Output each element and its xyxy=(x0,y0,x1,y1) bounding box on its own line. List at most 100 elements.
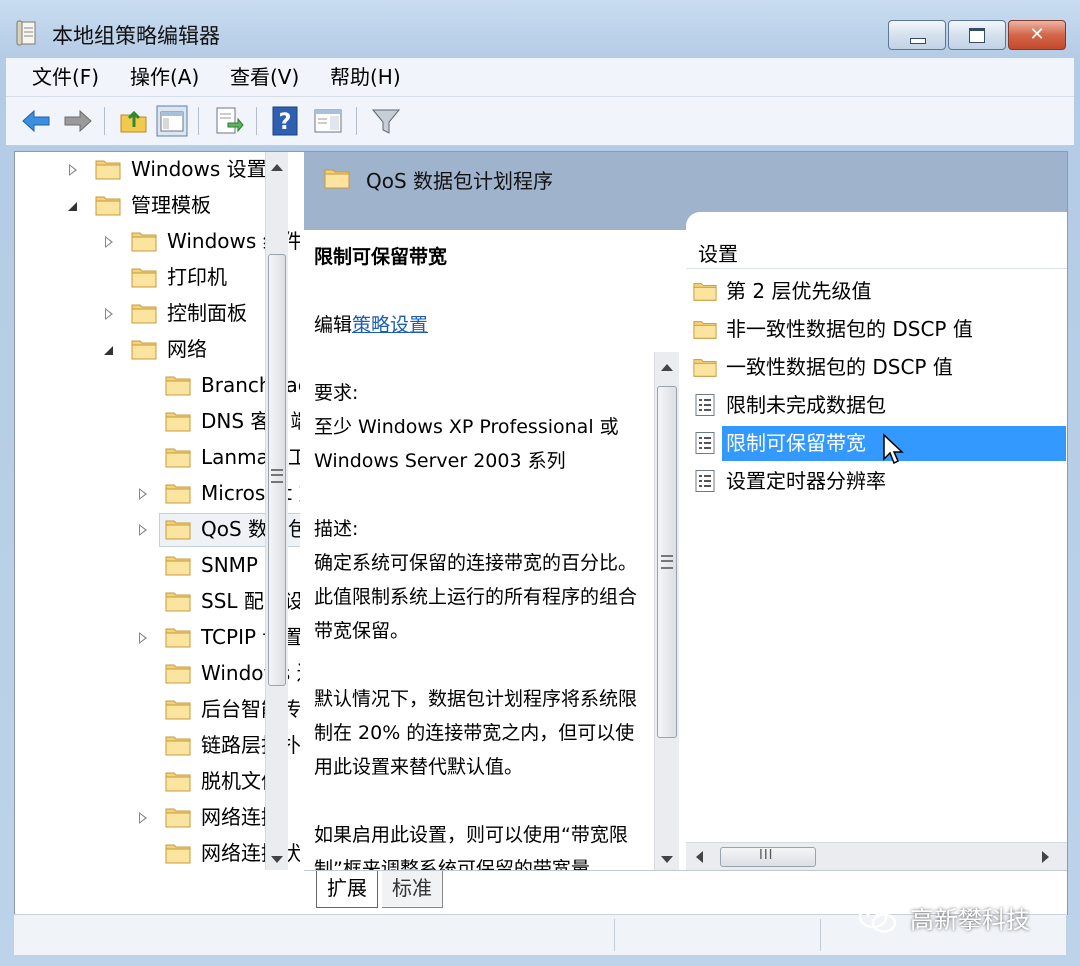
tree-item-label: 管理模板 xyxy=(131,193,211,217)
folder-icon xyxy=(165,808,191,828)
filter-icon[interactable] xyxy=(370,105,402,137)
status-bar xyxy=(14,914,1066,955)
menu-action[interactable]: 操作(A) xyxy=(122,64,207,90)
tree-item[interactable]: Windows 设置 xyxy=(15,152,267,186)
collapse-arrow-icon[interactable] xyxy=(103,332,117,366)
export-list-icon[interactable] xyxy=(212,105,244,137)
scroll-up-arrow-icon[interactable] xyxy=(661,364,673,371)
description-heading: 限制可保留带宽 xyxy=(314,246,448,268)
watermark-text: 高新攀科技 xyxy=(910,906,1030,934)
settings-item-label: 一致性数据包的 DSCP 值 xyxy=(726,355,953,379)
svg-text:?: ? xyxy=(279,110,292,135)
settings-folder-item[interactable]: 非一致性数据包的 DSCP 值 xyxy=(686,311,1067,347)
menu-view[interactable]: 查看(V) xyxy=(222,64,307,90)
settings-policy-item[interactable]: 限制未完成数据包 xyxy=(686,387,1067,423)
description-paragraph-3: 如果启用此设置，则可以使用“带宽限制”框来调整系统可保留的带宽量。 xyxy=(314,824,628,870)
menu-file[interactable]: 文件(F) xyxy=(24,64,107,90)
mouse-cursor-icon xyxy=(883,433,904,465)
title-bar[interactable]: 本地组策略编辑器 ✕ xyxy=(0,0,1080,58)
scroll-right-arrow-icon[interactable] xyxy=(1042,851,1049,863)
tree-item[interactable]: SSL 配置设置 xyxy=(15,584,300,618)
settings-policy-item[interactable]: 设置定时器分辨率 xyxy=(686,463,1067,499)
folder-icon xyxy=(165,772,191,792)
tree-item[interactable]: Microsoft 对等网络服务 xyxy=(15,476,300,510)
expand-arrow-icon[interactable] xyxy=(67,152,81,186)
settings-horizontal-scrollbar[interactable]: III xyxy=(686,842,1067,871)
tree-item[interactable]: Windows 连接管理器 xyxy=(15,656,300,690)
tree-scroll-thumb[interactable] xyxy=(268,254,286,686)
tree-item[interactable]: Windows 组件 xyxy=(15,224,300,258)
settings-column-label: 设置 xyxy=(698,242,738,266)
description-scroll-thumb[interactable] xyxy=(657,386,677,738)
forward-arrow-icon[interactable] xyxy=(62,105,94,137)
expand-arrow-icon[interactable] xyxy=(103,224,117,258)
description-vertical-scrollbar[interactable] xyxy=(654,352,679,870)
tab-standard[interactable]: 标准 xyxy=(382,871,443,908)
folder-icon xyxy=(131,232,157,252)
folder-icon xyxy=(165,556,191,576)
folder-icon xyxy=(165,520,191,540)
help-icon[interactable]: ? xyxy=(270,105,302,137)
scroll-left-arrow-icon[interactable] xyxy=(696,851,703,863)
tab-extended[interactable]: 扩展 xyxy=(316,871,378,908)
requirements-label: 要求: xyxy=(314,382,359,404)
expand-arrow-icon[interactable] xyxy=(137,512,151,546)
main-content: Windows 设置管理模板 Windows 组件打印机控制面板网络 BranchC… xyxy=(14,151,1068,915)
show-hide-tree-icon[interactable] xyxy=(156,105,188,137)
grip-icon: III xyxy=(759,848,774,863)
requirements-text: 至少 Windows XP Professional 或 Windows Ser… xyxy=(314,416,619,472)
collapse-arrow-icon[interactable] xyxy=(67,188,81,222)
grip-icon xyxy=(271,469,283,483)
menu-help[interactable]: 帮助(H) xyxy=(322,64,409,90)
settings-item-label: 限制可保留带宽 xyxy=(726,431,866,455)
scroll-down-arrow-icon[interactable] xyxy=(271,856,283,863)
back-arrow-icon[interactable] xyxy=(20,105,52,137)
settings-hscroll-thumb[interactable]: III xyxy=(720,847,816,867)
settings-column-header[interactable]: 设置 xyxy=(686,212,1067,270)
tree-item[interactable]: 网络 xyxy=(15,332,265,366)
edit-policy-link[interactable]: 策略设置 xyxy=(352,314,428,336)
expand-arrow-icon[interactable] xyxy=(103,296,117,330)
expand-arrow-icon[interactable] xyxy=(137,620,151,654)
tree-item[interactable]: 脱机文件 xyxy=(15,764,281,798)
tree-item[interactable]: QoS 数据包计划程序 xyxy=(15,512,300,547)
tree-vertical-scrollbar[interactable] xyxy=(265,152,288,870)
tree-item[interactable]: 链路层拓扑发现 xyxy=(15,728,300,762)
window-title: 本地组策略编辑器 xyxy=(52,24,220,48)
folder-icon xyxy=(131,340,157,360)
up-folder-icon[interactable] xyxy=(118,105,150,137)
folder-icon xyxy=(165,484,191,504)
grip-icon xyxy=(661,555,673,569)
tree-item[interactable]: 网络连接 xyxy=(15,800,281,834)
wechat-watermark-icon xyxy=(858,905,897,933)
expand-arrow-icon[interactable] xyxy=(137,476,151,510)
tree-item[interactable]: 网络连接状态指示器 xyxy=(15,836,300,870)
tree-item[interactable]: 打印机 xyxy=(15,260,265,294)
tree-item[interactable]: 控制面板 xyxy=(15,296,265,330)
tree-item-label: 控制面板 xyxy=(167,301,247,325)
settings-folder-item[interactable]: 一致性数据包的 DSCP 值 xyxy=(686,349,1067,385)
tree-item[interactable]: SNMP xyxy=(15,548,265,582)
policy-setting-icon xyxy=(695,432,715,454)
folder-icon xyxy=(95,196,121,216)
settings-item-label: 第 2 层优先级值 xyxy=(726,279,872,303)
tree-item[interactable]: 管理模板 xyxy=(15,188,265,222)
tree-item[interactable]: TCPIP 设置 xyxy=(15,620,300,654)
close-button[interactable]: ✕ xyxy=(1008,20,1066,50)
tree-item[interactable]: DNS 客户端 xyxy=(15,404,300,438)
minimize-button[interactable] xyxy=(888,20,946,50)
folder-icon xyxy=(693,321,717,339)
settings-policy-item[interactable]: 限制可保留带宽 xyxy=(686,425,1067,465)
extended-view-icon[interactable] xyxy=(312,105,344,137)
tree-item[interactable]: BranchCache xyxy=(15,368,300,402)
tree-item[interactable]: 后台智能传送服务 xyxy=(15,692,300,726)
folder-icon xyxy=(165,736,191,756)
tree-item[interactable]: Lanman 工作站 xyxy=(15,440,300,474)
settings-folder-item[interactable]: 第 2 层优先级值 xyxy=(686,273,1067,309)
menu-bar: 文件(F) 操作(A) 查看(V) 帮助(H) xyxy=(6,58,1074,97)
scroll-up-arrow-icon[interactable] xyxy=(271,164,283,171)
maximize-button[interactable] xyxy=(948,20,1006,50)
scroll-down-arrow-icon[interactable] xyxy=(661,856,673,863)
expand-arrow-icon[interactable] xyxy=(137,800,151,834)
settings-item-label: 非一致性数据包的 DSCP 值 xyxy=(726,317,973,341)
